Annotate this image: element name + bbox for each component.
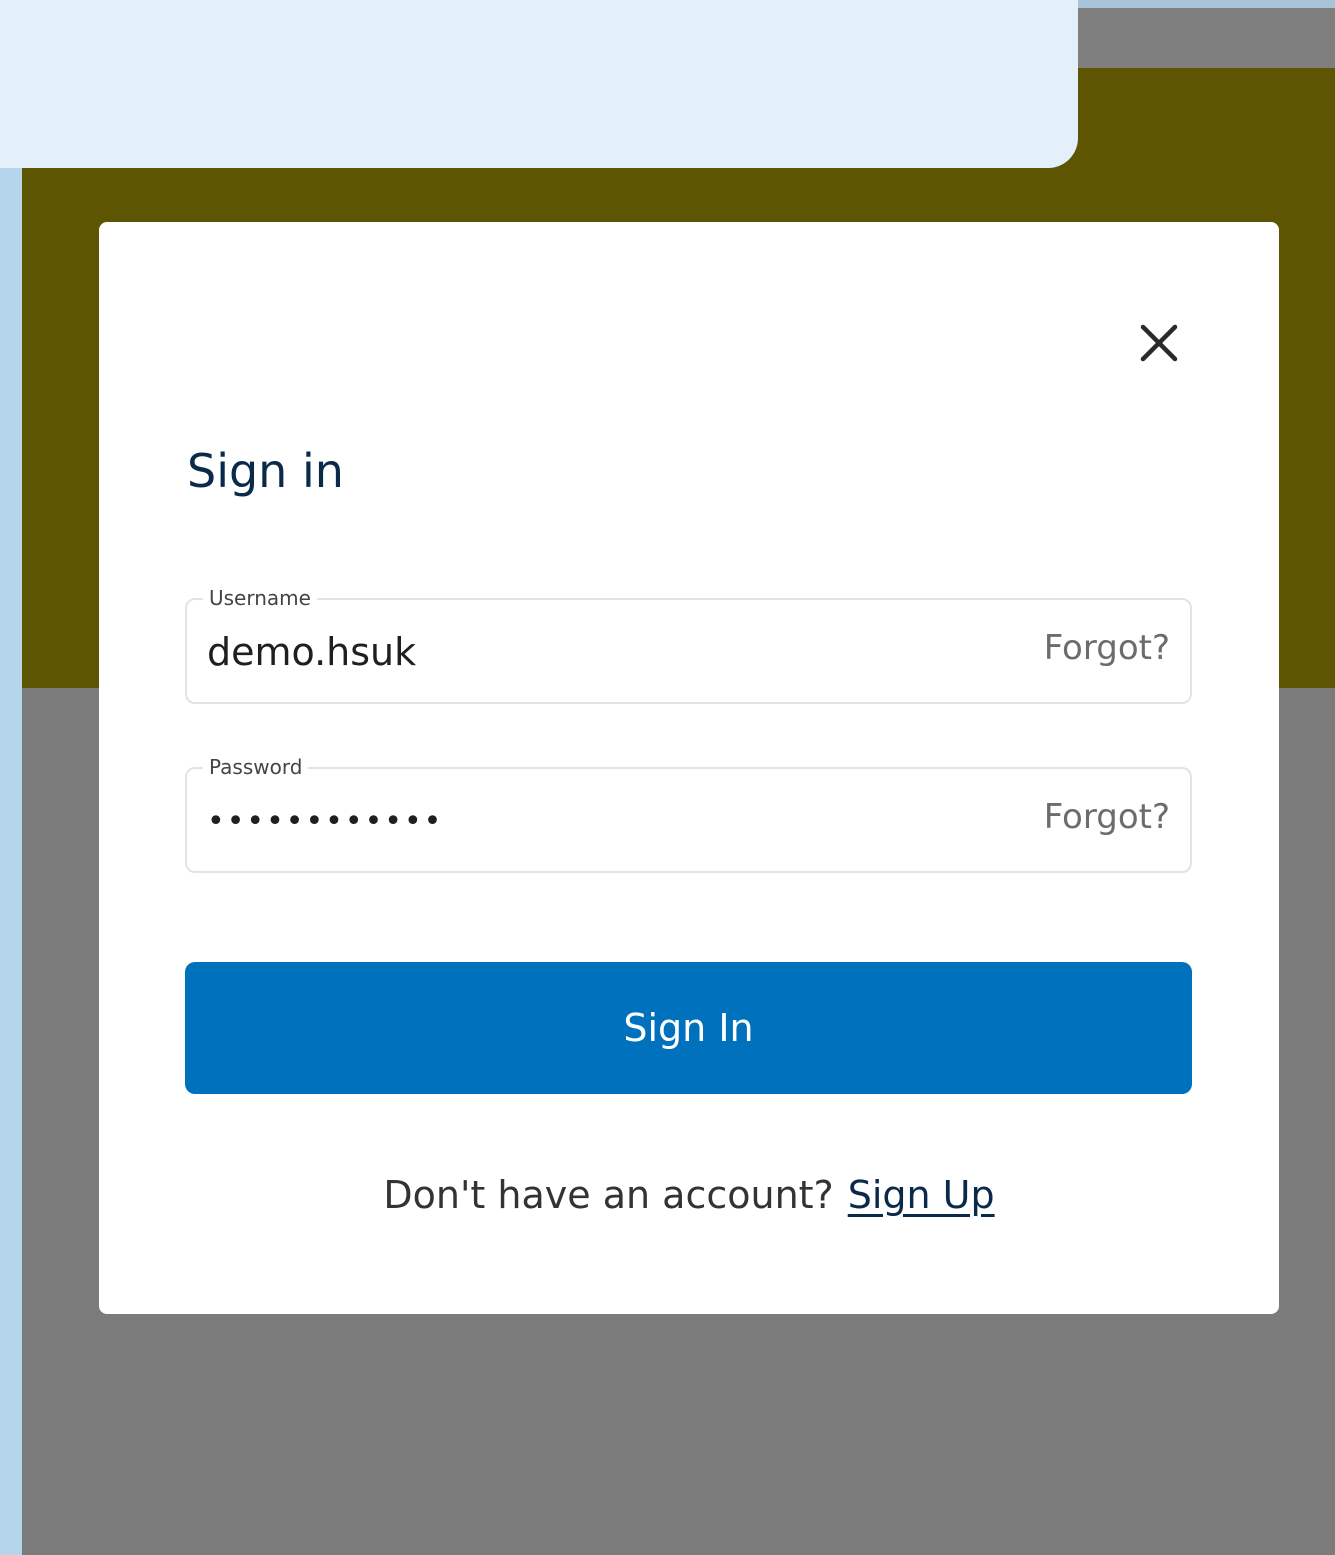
close-icon <box>1140 324 1178 362</box>
promo-card: account <box>0 0 1078 168</box>
promo-heading: account <box>24 0 375 6</box>
close-button[interactable] <box>1137 321 1181 365</box>
signup-row: Don't have an account? Sign Up <box>99 1170 1279 1220</box>
signup-prompt: Don't have an account? <box>383 1173 834 1217</box>
left-background-strip <box>0 0 22 1555</box>
sign-up-link[interactable]: Sign Up <box>848 1173 995 1217</box>
top-edge-strip <box>1076 0 1335 8</box>
modal-title: Sign in <box>187 444 344 498</box>
sign-in-button[interactable]: Sign In <box>185 962 1192 1094</box>
forgot-username-link[interactable]: Forgot? <box>1044 628 1170 668</box>
password-field: Password Forgot? <box>185 755 1192 873</box>
forgot-password-link[interactable]: Forgot? <box>1044 797 1170 837</box>
username-label: Username <box>203 586 317 610</box>
password-input[interactable] <box>207 791 987 851</box>
sign-in-modal: Sign in Username Forgot? Password Forgot… <box>99 222 1279 1314</box>
password-label: Password <box>203 755 309 779</box>
username-field: Username Forgot? <box>185 586 1192 704</box>
username-input[interactable] <box>207 622 987 682</box>
